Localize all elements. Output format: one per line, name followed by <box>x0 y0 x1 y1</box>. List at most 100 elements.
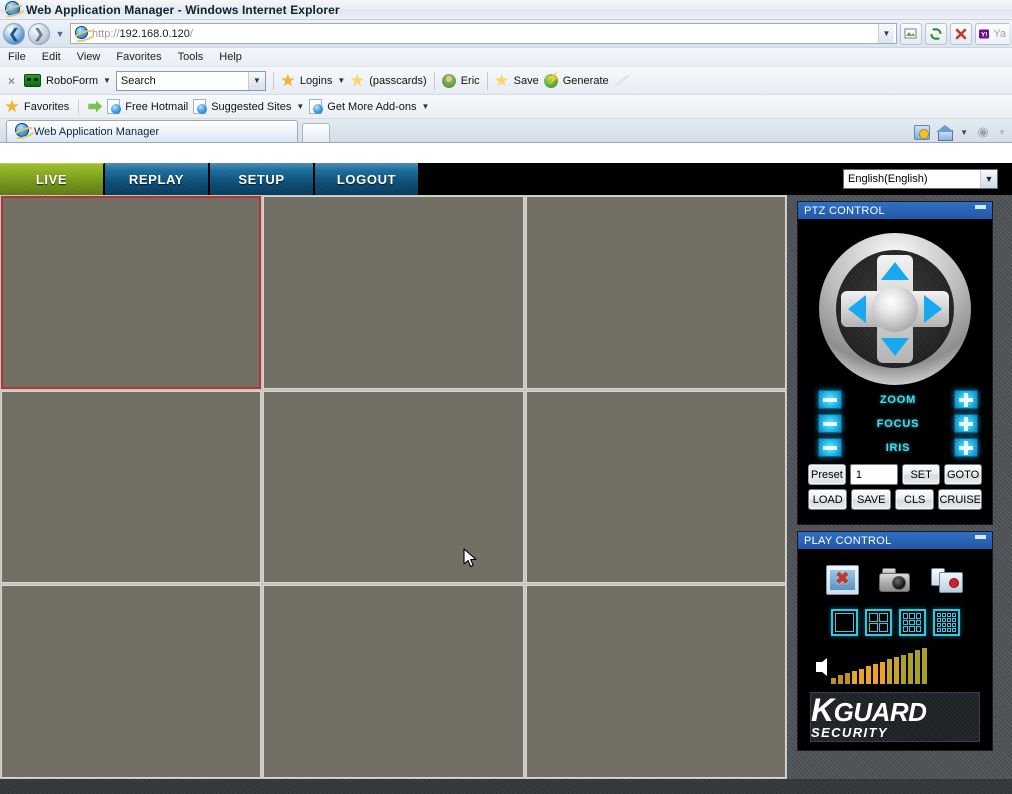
roboform-brand-label[interactable]: RoboForm <box>46 75 98 87</box>
chevron-down-icon[interactable]: ▼ <box>296 102 304 111</box>
arrow-right-icon[interactable] <box>924 295 942 323</box>
favorite-get-more-addons[interactable]: Get More Add-ons <box>327 101 416 113</box>
volume-bar[interactable] <box>831 678 836 684</box>
volume-bar[interactable] <box>908 653 913 684</box>
tab-setup[interactable]: SETUP <box>210 163 315 195</box>
layout-4-button[interactable] <box>864 609 892 636</box>
favorite-suggested-sites[interactable]: Suggested Sites <box>211 101 291 113</box>
goto-button[interactable]: GOTO <box>944 464 983 485</box>
home-icon[interactable] <box>936 125 955 141</box>
video-cell-ch7[interactable] <box>1 585 262 778</box>
menu-item-view[interactable]: View <box>77 51 101 63</box>
arrow-up-icon[interactable] <box>881 262 909 280</box>
joystick-center[interactable] <box>872 286 918 332</box>
video-cell-ch6[interactable] <box>525 390 786 584</box>
logins-chevron-down-icon[interactable]: ▼ <box>337 76 345 85</box>
volume-bar[interactable] <box>866 666 871 684</box>
iris-plus-button[interactable] <box>954 438 978 457</box>
menu-item-favorites[interactable]: Favorites <box>116 51 161 63</box>
minimize-button[interactable] <box>975 205 986 209</box>
roboform-generate-label[interactable]: Generate <box>563 75 609 87</box>
language-select[interactable]: English(English) ▼ <box>843 169 998 189</box>
iris-minus-button[interactable] <box>818 438 842 457</box>
chevron-down-icon[interactable]: ▼ <box>980 170 997 188</box>
snapshot-camera-icon[interactable] <box>878 565 911 595</box>
ptz-joystick[interactable] <box>819 233 971 385</box>
forward-arrow-icon[interactable]: ❯ <box>28 22 50 45</box>
layout-9-button[interactable] <box>898 609 926 636</box>
volume-bar[interactable] <box>915 650 920 684</box>
zoom-minus-button[interactable] <box>818 390 842 409</box>
favorites-button[interactable]: Favorites <box>24 101 69 113</box>
history-dropdown-icon[interactable]: ▼ <box>53 29 67 39</box>
feeds-dropdown-icon[interactable]: ▼ <box>998 128 1006 137</box>
volume-bar[interactable] <box>894 657 899 684</box>
volume-bar[interactable] <box>859 669 864 684</box>
focus-minus-button[interactable] <box>818 414 842 433</box>
browser-tab-web-application-manager[interactable]: Web Application Manager <box>6 120 298 142</box>
video-cell-ch1[interactable] <box>1 196 262 389</box>
video-cell-ch9[interactable] <box>525 585 786 778</box>
address-bar[interactable]: http://192.168.0.120/ ▼ <box>70 23 897 44</box>
roboform-search-input[interactable]: Search ▼ <box>115 70 266 91</box>
chevron-down-icon[interactable]: ▼ <box>422 102 430 111</box>
record-camcorder-icon[interactable] <box>931 565 964 595</box>
pencil-icon[interactable] <box>613 74 630 87</box>
search-dropdown-icon[interactable]: ▼ <box>247 71 265 90</box>
volume-bars[interactable] <box>831 648 927 684</box>
zoom-plus-button[interactable] <box>953 390 978 409</box>
cruise-button[interactable]: CRUISE <box>938 489 983 510</box>
arrow-down-icon[interactable] <box>881 338 909 356</box>
menu-item-edit[interactable]: Edit <box>42 51 61 63</box>
volume-bar[interactable] <box>852 671 857 684</box>
volume-bar[interactable] <box>880 662 885 684</box>
home-dropdown-icon[interactable]: ▼ <box>960 128 968 137</box>
video-cell-ch3[interactable] <box>525 196 786 389</box>
arrow-left-icon[interactable] <box>848 295 866 323</box>
yahoo-toolbar[interactable]: Y! Ya <box>975 22 1009 45</box>
roboform-identity-label[interactable]: Eric <box>461 75 480 87</box>
feeds-rss-icon[interactable]: ◉ <box>975 125 991 140</box>
tab-live[interactable]: LIVE <box>0 163 105 195</box>
menu-item-help[interactable]: Help <box>219 51 242 63</box>
roboform-save-label[interactable]: Save <box>514 75 539 87</box>
tab-logout[interactable]: LOGOUT <box>315 163 420 195</box>
volume-bar[interactable] <box>887 659 892 684</box>
chevron-down-icon[interactable]: ▼ <box>103 76 111 85</box>
add-to-favorites-icon[interactable] <box>88 100 103 113</box>
refresh-button[interactable] <box>925 22 947 45</box>
video-cell-ch5[interactable] <box>263 390 524 584</box>
focus-plus-button[interactable] <box>954 414 978 433</box>
layout-1-button[interactable] <box>830 609 858 636</box>
save-button[interactable]: SAVE <box>851 489 891 510</box>
compatibility-view-button[interactable] <box>900 22 922 45</box>
roboform-passcards-label[interactable]: (passcards) <box>369 75 426 87</box>
close-all-video-icon[interactable] <box>825 565 859 595</box>
volume-bar[interactable] <box>845 673 850 684</box>
cls-button[interactable]: CLS <box>894 489 935 510</box>
menu-item-file[interactable]: File <box>8 51 26 63</box>
load-button[interactable]: LOAD <box>808 489 848 510</box>
safety-shield-icon[interactable] <box>914 125 931 140</box>
back-arrow-icon[interactable]: ❮ <box>3 22 25 45</box>
set-button[interactable]: SET <box>902 464 941 485</box>
video-cell-ch4[interactable] <box>1 390 262 584</box>
video-cell-ch2[interactable] <box>263 196 524 389</box>
speaker-icon[interactable] <box>816 658 827 676</box>
volume-bar[interactable] <box>922 648 927 684</box>
volume-bar[interactable] <box>873 664 878 684</box>
address-dropdown-icon[interactable]: ▼ <box>878 24 894 43</box>
favorite-free-hotmail[interactable]: Free Hotmail <box>125 101 188 113</box>
tab-replay[interactable]: REPLAY <box>105 163 210 195</box>
new-tab-button[interactable] <box>302 123 330 142</box>
volume-bar[interactable] <box>901 655 906 684</box>
stop-x-icon[interactable] <box>950 22 972 45</box>
close-toolbar-icon[interactable]: × <box>4 74 19 88</box>
volume-bar[interactable] <box>838 675 843 684</box>
preset-input[interactable]: 1 <box>849 464 899 485</box>
video-cell-ch8[interactable] <box>263 585 524 778</box>
layout-16-button[interactable] <box>932 609 960 636</box>
minimize-button[interactable] <box>975 535 986 539</box>
volume-control[interactable] <box>804 646 986 690</box>
roboform-logins-label[interactable]: Logins <box>300 75 332 87</box>
